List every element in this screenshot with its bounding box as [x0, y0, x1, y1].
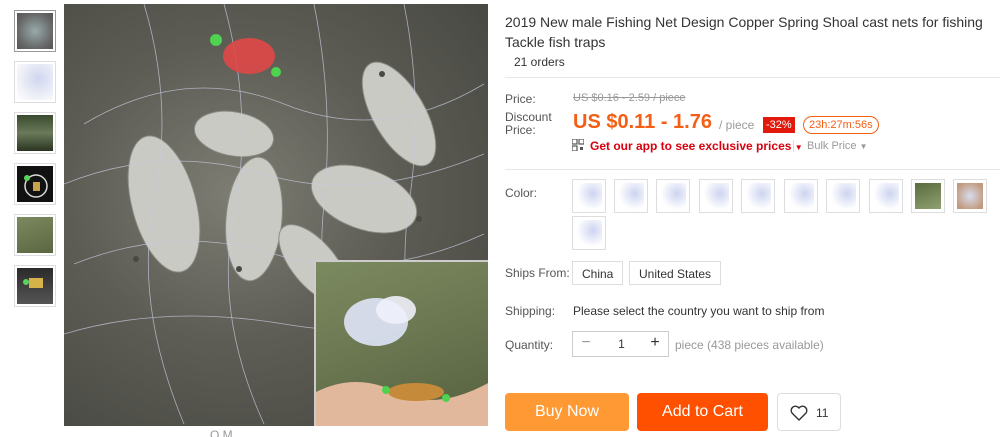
quantity-decrease-button[interactable]: −: [573, 332, 599, 356]
divider: [505, 169, 1000, 170]
price-unit: / piece: [719, 118, 755, 132]
thumbnail-4-art: [24, 174, 48, 198]
price-box: Price: US $0.16 - 2.59 / piece Discount …: [505, 78, 1000, 169]
quantity-stepper: − 1 +: [572, 331, 669, 357]
color-swatch[interactable]: [614, 179, 648, 213]
qr-code-icon: [572, 139, 584, 151]
discount-price-label: Discount Price:: [505, 110, 552, 137]
color-swatch[interactable]: [656, 179, 690, 213]
main-product-image[interactable]: [64, 4, 488, 426]
thumbnail-4[interactable]: [14, 163, 56, 205]
inset-art: [316, 296, 488, 426]
thumbnail-6[interactable]: [14, 265, 56, 307]
wishlist-count: 11: [816, 406, 829, 420]
discount-badge: -32%: [763, 117, 795, 133]
bulk-price-dropdown[interactable]: Bulk Price ▼: [807, 140, 868, 152]
thumbnail-1[interactable]: [14, 10, 56, 52]
quantity-label: Quantity:: [505, 338, 554, 352]
copper-spring-cage: [210, 34, 281, 77]
price-label: Price:: [505, 92, 536, 106]
quantity-input[interactable]: 1: [599, 332, 644, 356]
image-caption: Q M: [210, 428, 233, 437]
color-label: Color:: [505, 186, 538, 200]
shipping-label: Shipping:: [505, 304, 556, 318]
color-swatch[interactable]: [572, 179, 606, 213]
thumbnail-2[interactable]: [14, 61, 56, 103]
add-to-cart-button[interactable]: Add to Cart: [637, 393, 768, 431]
chevron-down-icon: ▼: [859, 142, 868, 151]
order-count: 21 orders: [514, 55, 565, 69]
color-swatch[interactable]: [572, 216, 606, 250]
thumbnail-3[interactable]: [14, 112, 56, 154]
quantity-increase-button[interactable]: +: [642, 332, 668, 356]
wishlist-button[interactable]: 11: [777, 393, 841, 431]
thumbnail-strip: [14, 10, 58, 316]
thumbnail-6-art: [23, 278, 43, 288]
color-swatch[interactable]: [784, 179, 818, 213]
ships-from-label: Ships From:: [505, 266, 570, 280]
bulk-price-label: Bulk Price: [807, 140, 857, 152]
buy-now-button[interactable]: Buy Now: [505, 393, 629, 431]
inset-hand-photo: [314, 260, 488, 426]
chevron-down-icon: ▼: [794, 143, 803, 152]
color-swatch[interactable]: [699, 179, 733, 213]
heart-icon: [790, 405, 808, 421]
countdown-timer: 23h:27m:56s: [803, 116, 879, 134]
original-price: US $0.16 - 2.59 / piece: [573, 92, 686, 104]
color-swatch[interactable]: [953, 179, 987, 213]
color-swatch[interactable]: [826, 179, 860, 213]
app-promo-text: Get our app to see exclusive prices: [590, 139, 792, 153]
color-swatch[interactable]: [869, 179, 903, 213]
product-title: 2019 New male Fishing Net Design Copper …: [505, 14, 983, 50]
thumbnail-5[interactable]: [14, 214, 56, 256]
availability-text: piece (438 pieces available): [675, 338, 824, 352]
ships-from-us-button[interactable]: United States: [629, 261, 722, 285]
color-swatch[interactable]: [911, 179, 945, 213]
shipping-message: Please select the country you want to sh…: [573, 304, 825, 318]
current-price: US $0.11 - 1.76: [573, 111, 712, 133]
app-promo-link[interactable]: Get our app to see exclusive prices ▼: [590, 139, 803, 153]
divider: [793, 140, 794, 152]
color-swatch[interactable]: [741, 179, 775, 213]
ships-from-china-button[interactable]: China: [572, 261, 624, 285]
